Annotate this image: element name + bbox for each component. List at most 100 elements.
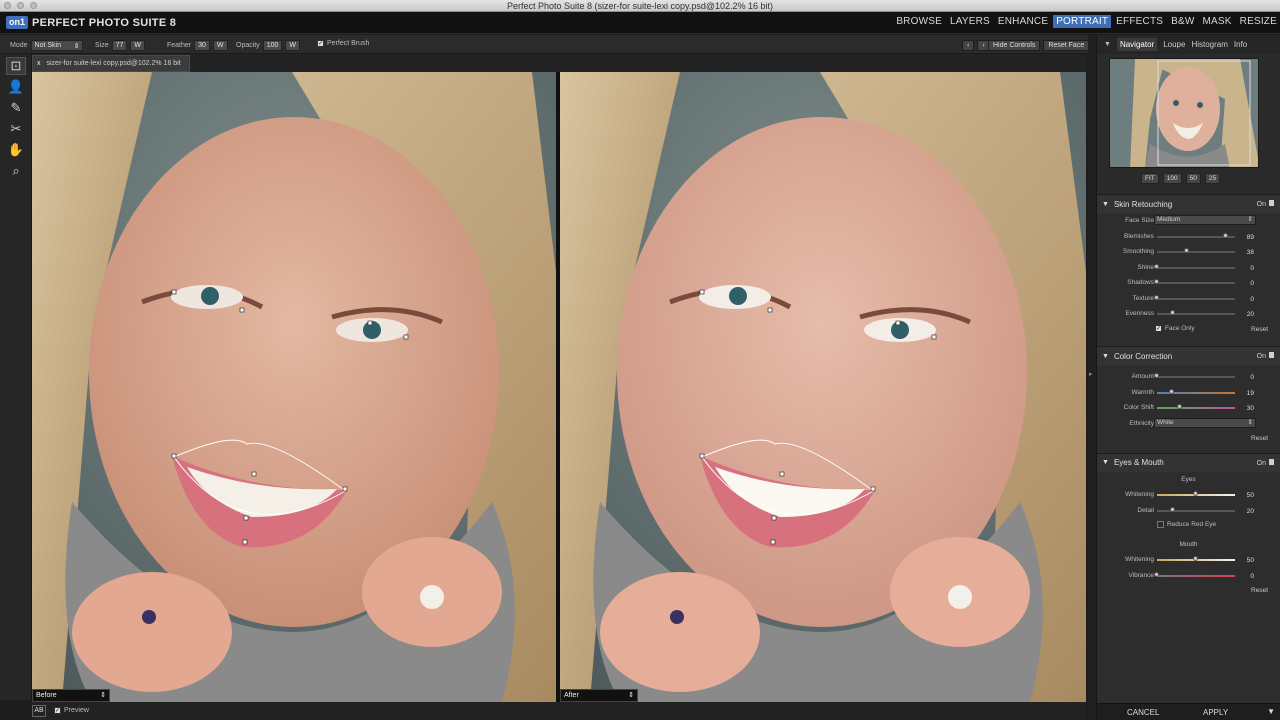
opacity-field[interactable]: 100: [262, 40, 283, 51]
face-only-checkbox[interactable]: ✓: [1155, 324, 1162, 332]
size-w-button[interactable]: W: [130, 40, 146, 51]
slider-knob[interactable]: [1193, 556, 1198, 561]
color-reset-button[interactable]: Reset: [1251, 435, 1268, 442]
slider-value[interactable]: 50: [1247, 557, 1254, 564]
module-tab-3[interactable]: PORTRAIT: [1053, 15, 1112, 28]
retouch-tool-icon[interactable]: ✂: [6, 120, 26, 138]
reset-face-button[interactable]: Reset Face: [1043, 40, 1090, 51]
apply-button[interactable]: APPLY: [1203, 708, 1228, 717]
module-tab-1[interactable]: LAYERS: [947, 15, 993, 28]
slider-value[interactable]: 89: [1247, 234, 1254, 241]
slider-value[interactable]: 20: [1247, 508, 1254, 515]
slider-value[interactable]: 0: [1250, 265, 1254, 272]
slider-track[interactable]: [1157, 509, 1235, 512]
hide-controls-button[interactable]: Hide Controls: [988, 40, 1041, 51]
slider-knob[interactable]: [1169, 310, 1175, 315]
hand-tool-icon[interactable]: ✋: [6, 141, 26, 159]
slider-knob[interactable]: [1183, 248, 1189, 253]
slider-knob[interactable]: [1154, 294, 1159, 300]
slider-track[interactable]: [1157, 407, 1235, 409]
brush-tool-icon[interactable]: ✎: [6, 99, 26, 117]
slider-track[interactable]: [1157, 282, 1235, 284]
zoom-button-1[interactable]: 100: [1162, 173, 1182, 184]
module-tab-0[interactable]: BROWSE: [893, 15, 945, 28]
color-correction-header[interactable]: ▼ Color Correction On: [1097, 347, 1280, 365]
slider-track[interactable]: [1157, 574, 1235, 577]
module-tab-7[interactable]: RESIZE: [1237, 15, 1280, 28]
eyes-mouth-reset-button[interactable]: Reset: [1251, 587, 1268, 594]
slider-track[interactable]: [1157, 313, 1235, 315]
before-view[interactable]: Before ⇕: [32, 72, 556, 702]
after-view[interactable]: After ⇕: [560, 72, 1086, 702]
ab-compare-icon[interactable]: AB: [32, 705, 46, 717]
preview-checkbox[interactable]: ✓: [54, 707, 61, 714]
panel-tab-3[interactable]: Info: [1234, 40, 1247, 49]
skin-retouching-on-toggle[interactable]: On: [1257, 200, 1274, 208]
slider-value[interactable]: 0: [1250, 296, 1254, 303]
feather-w-button[interactable]: W: [212, 40, 228, 51]
slider-knob[interactable]: [1168, 388, 1174, 394]
before-view-select[interactable]: Before ⇕: [32, 689, 110, 702]
slider-knob[interactable]: [1154, 263, 1159, 269]
slider-value[interactable]: 50: [1247, 492, 1254, 499]
module-tab-4[interactable]: EFFECTS: [1113, 15, 1166, 28]
close-window-button[interactable]: [4, 2, 11, 9]
slider-knob[interactable]: [1193, 491, 1198, 496]
feather-field[interactable]: 30: [194, 40, 210, 51]
after-view-select[interactable]: After ⇕: [560, 689, 638, 702]
face-size-select[interactable]: Medium ⇕: [1154, 215, 1256, 225]
slider-knob[interactable]: [1154, 373, 1159, 378]
slider-value[interactable]: 0: [1250, 573, 1254, 580]
slider-value[interactable]: 20: [1247, 311, 1254, 318]
ethnicity-select[interactable]: White ⇕: [1154, 417, 1256, 428]
size-field[interactable]: 77: [111, 40, 128, 51]
face-tool-icon[interactable]: ⊡: [6, 57, 26, 75]
reduce-red-eye-checkbox[interactable]: [1157, 521, 1164, 528]
slider-value[interactable]: 30: [1247, 405, 1254, 412]
zoom-button-2[interactable]: 50: [1185, 173, 1201, 184]
triangle-down-icon[interactable]: ▼: [1104, 41, 1111, 48]
document-tab[interactable]: x sizer-for suite-lexi copy.psd@102.2% 16…: [32, 55, 190, 72]
zoom-button-0[interactable]: FIT: [1141, 173, 1159, 184]
slider-track[interactable]: [1157, 297, 1235, 300]
skin-retouching-header[interactable]: ▼ Skin Retouching On: [1097, 195, 1280, 213]
zoom-tool-icon[interactable]: ⌕: [6, 162, 26, 180]
triangle-down-icon[interactable]: ▼: [1267, 707, 1275, 716]
slider-knob[interactable]: [1154, 279, 1159, 284]
slider-knob[interactable]: [1169, 506, 1175, 512]
slider-track[interactable]: [1157, 251, 1235, 253]
slider-track[interactable]: [1157, 376, 1235, 378]
color-correction-on-toggle[interactable]: On: [1257, 352, 1274, 360]
minimize-window-button[interactable]: [17, 2, 24, 9]
opacity-w-button[interactable]: W: [285, 40, 301, 51]
zoom-window-button[interactable]: [30, 2, 37, 9]
reduce-red-eye-toggle[interactable]: Reduce Red Eye: [1157, 521, 1216, 528]
close-tab-icon[interactable]: x: [37, 60, 41, 67]
eyes-mouth-on-toggle[interactable]: On: [1257, 458, 1274, 467]
mode-select[interactable]: Not Skin ⇕: [30, 40, 83, 51]
panel-tab-1[interactable]: Loupe: [1163, 40, 1185, 49]
face-only-toggle[interactable]: ✓ Face Only: [1155, 324, 1195, 332]
slider-value[interactable]: 19: [1247, 390, 1254, 397]
slider-track[interactable]: [1157, 266, 1235, 269]
slider-knob[interactable]: [1223, 232, 1229, 238]
perfect-brush-checkbox[interactable]: ✓: [317, 40, 324, 47]
module-tab-5[interactable]: B&W: [1168, 15, 1197, 28]
slider-knob[interactable]: [1154, 571, 1159, 577]
module-tab-6[interactable]: MASK: [1200, 15, 1235, 28]
slider-value[interactable]: 0: [1250, 374, 1254, 381]
preview-toggle[interactable]: ✓ Preview: [54, 707, 89, 714]
panel-tab-0[interactable]: Navigator: [1116, 38, 1158, 51]
panel-tab-2[interactable]: Histogram: [1191, 40, 1227, 49]
slider-value[interactable]: 0: [1250, 280, 1254, 287]
slider-value[interactable]: 38: [1247, 249, 1254, 256]
panel-collapse-handle[interactable]: ▸: [1088, 35, 1096, 720]
skin-reset-button[interactable]: Reset: [1251, 326, 1268, 333]
cancel-button[interactable]: CANCEL: [1127, 708, 1159, 717]
arrow-left-icon[interactable]: ‹: [962, 40, 975, 51]
person-tool-icon[interactable]: 👤: [6, 78, 26, 96]
module-tab-2[interactable]: ENHANCE: [995, 15, 1051, 28]
eyes-mouth-header[interactable]: ▼ Eyes & Mouth On: [1097, 453, 1280, 472]
zoom-button-3[interactable]: 25: [1204, 173, 1221, 184]
navigator-thumbnail[interactable]: [1109, 58, 1259, 168]
